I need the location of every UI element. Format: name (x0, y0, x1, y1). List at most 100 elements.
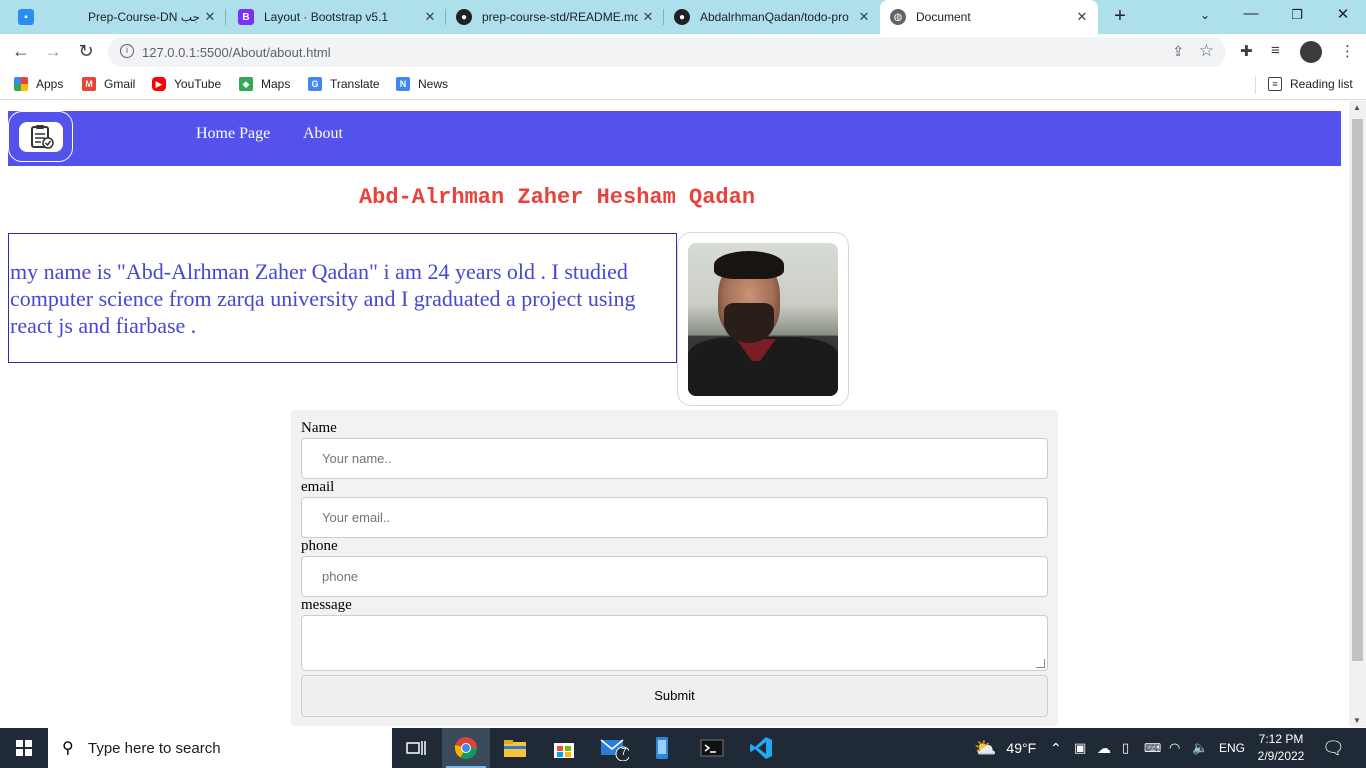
window-close-button[interactable]: ✕ (1328, 5, 1358, 23)
chrome-taskbar-icon[interactable] (442, 728, 490, 768)
name-input[interactable]: Your name.. (301, 438, 1048, 479)
bookmark-label: YouTube (174, 77, 222, 91)
windows-logo-icon (16, 740, 32, 756)
page-title: Abd-Alrhman Zaher Hesham Qadan (358, 185, 756, 210)
tab-title: Layout · Bootstrap v5.1 (264, 10, 389, 24)
menu-kebab-icon[interactable]: ⋮ (1340, 42, 1355, 60)
tab-strip: ▪ Prep-Course-DN واجب ✕ B Layout · Boots… (0, 0, 1366, 34)
close-icon[interactable]: ✕ (200, 9, 220, 25)
bio-text: my name is "Abd-Alrhman Zaher Qadan" i a… (8, 233, 677, 363)
bookmark-news[interactable]: N News (396, 77, 448, 91)
tab-search-icon[interactable]: ⌄ (1190, 8, 1220, 22)
bookmark-youtube[interactable]: ▶ YouTube (152, 77, 221, 91)
reading-list-label: Reading list (1290, 77, 1353, 91)
contact-form: Name Your name.. email Your email.. phon… (291, 410, 1058, 726)
site-info-icon[interactable]: i (120, 44, 134, 58)
mail-badge: 7 (621, 747, 627, 758)
wifi-icon[interactable]: ◠ (1169, 728, 1180, 768)
page-scrollbar[interactable]: ▲ ▼ (1349, 101, 1366, 727)
new-tab-button[interactable]: + (1108, 5, 1132, 28)
email-input[interactable]: Your email.. (301, 497, 1048, 538)
bookmark-star-icon[interactable]: ☆ (1199, 41, 1214, 61)
close-icon[interactable]: ✕ (420, 9, 440, 25)
show-hidden-icons-icon[interactable]: ⌃ (1050, 728, 1062, 768)
tab-prep-course[interactable]: ▪ Prep-Course-DN واجب ✕ (8, 0, 226, 34)
phone-app-icon[interactable] (638, 728, 686, 768)
microsoft-store-icon[interactable] (540, 728, 588, 768)
profile-photo-frame (677, 232, 849, 406)
close-icon[interactable]: ✕ (638, 9, 658, 25)
weather-sun-icon: ⛅ (974, 737, 997, 758)
mail-icon[interactable]: 7 (590, 728, 638, 768)
scrollbar-thumb[interactable] (1352, 119, 1363, 661)
name-label: Name (301, 420, 337, 436)
search-placeholder: Type here to search (88, 740, 221, 757)
tab-title: Document (916, 10, 971, 24)
media-control-icon[interactable]: ≡ (1271, 42, 1280, 59)
language-indicator[interactable]: ENG (1219, 728, 1245, 768)
site-navbar: Home Page About (8, 111, 1341, 166)
vscode-icon[interactable] (737, 728, 785, 768)
volume-icon[interactable]: 🔈 (1192, 728, 1208, 768)
google-classroom-icon: ▪ (18, 9, 34, 25)
windows-taskbar: ⚲ Type here to search 7 ⛅ 49°F ⌃ ▣ ☁ ▯ ⌨… (0, 728, 1366, 768)
clock-date: 2/9/2022 (1257, 749, 1305, 763)
restore-button[interactable]: ❐ (1282, 7, 1312, 23)
github-icon: ● (674, 9, 690, 25)
bookmark-maps[interactable]: ◆ Maps (239, 77, 290, 91)
page-viewport: Home Page About Abd-Alrhman Zaher Hesham… (0, 101, 1349, 727)
meet-now-icon[interactable]: ▣ (1074, 728, 1086, 768)
terminal-icon[interactable] (688, 728, 736, 768)
profile-avatar[interactable] (1300, 41, 1322, 63)
bookmark-gmail[interactable]: M Gmail (82, 77, 135, 91)
taskbar-search[interactable]: ⚲ Type here to search (48, 728, 392, 768)
battery-icon[interactable]: ▯ (1122, 728, 1129, 768)
tab-github-readme[interactable]: ● prep-course-std/README.md ✕ (446, 0, 664, 34)
bookmarks-divider (1255, 76, 1256, 94)
message-label: message (301, 597, 352, 613)
weather-widget[interactable]: ⛅ 49°F (974, 728, 1036, 768)
reading-list-icon: ≡ (1268, 77, 1282, 91)
scroll-down-icon[interactable]: ▼ (1353, 716, 1361, 725)
reload-button[interactable]: ↻ (75, 41, 97, 62)
share-icon[interactable]: ⇪ (1172, 43, 1184, 60)
notifications-icon[interactable]: 🗨 (1322, 728, 1345, 768)
tab-github-todo[interactable]: ● AbdalrhmanQadan/todo-pro ✕ (664, 0, 880, 34)
start-button[interactable] (0, 728, 48, 768)
bookmarks-bar: Apps M Gmail ▶ YouTube ◆ Maps G Translat… (0, 70, 1366, 100)
bookmark-translate[interactable]: G Translate (308, 77, 380, 91)
onedrive-icon[interactable]: ☁ (1097, 728, 1111, 768)
extensions-icon[interactable]: ✚ (1240, 42, 1253, 60)
profile-photo (688, 243, 838, 396)
reading-list-button[interactable]: ≡ Reading list (1268, 77, 1353, 91)
tab-bootstrap[interactable]: B Layout · Bootstrap v5.1 ✕ (228, 0, 446, 34)
task-view-button[interactable] (392, 728, 440, 768)
gmail-icon: M (82, 77, 96, 91)
phone-label: phone (301, 538, 338, 554)
search-icon: ⚲ (62, 740, 74, 757)
forward-button[interactable]: → (42, 41, 64, 62)
taskbar-clock[interactable]: 7:12 PM 2/9/2022 (1256, 731, 1306, 765)
input-method-icon[interactable]: ⌨ (1144, 728, 1161, 768)
phone-input[interactable]: phone (301, 556, 1048, 597)
bookmark-apps[interactable]: Apps (14, 77, 63, 91)
close-icon[interactable]: ✕ (1072, 9, 1092, 25)
tab-document[interactable]: ◍ Document ✕ (880, 0, 1098, 34)
site-logo[interactable] (8, 111, 73, 162)
nav-link-home[interactable]: Home Page (196, 125, 270, 143)
back-button[interactable]: ← (10, 41, 32, 62)
submit-button[interactable]: Submit (301, 675, 1048, 717)
news-icon: N (396, 77, 410, 91)
scroll-up-icon[interactable]: ▲ (1353, 103, 1361, 112)
nav-link-about[interactable]: About (303, 125, 343, 143)
translate-icon: G (308, 77, 322, 91)
minimize-button[interactable]: — (1236, 5, 1266, 22)
file-explorer-icon[interactable] (491, 728, 539, 768)
close-icon[interactable]: ✕ (854, 9, 874, 25)
url-text[interactable]: 127.0.0.1:5500/About/about.html (142, 45, 331, 60)
address-bar[interactable]: i 127.0.0.1:5500/About/about.html ⇪ ☆ (108, 37, 1226, 67)
bookmark-label: News (418, 77, 449, 91)
bookmark-label: Translate (330, 77, 380, 91)
browser-toolbar: ← → ↻ i 127.0.0.1:5500/About/about.html … (0, 34, 1366, 70)
message-textarea[interactable] (301, 615, 1048, 671)
